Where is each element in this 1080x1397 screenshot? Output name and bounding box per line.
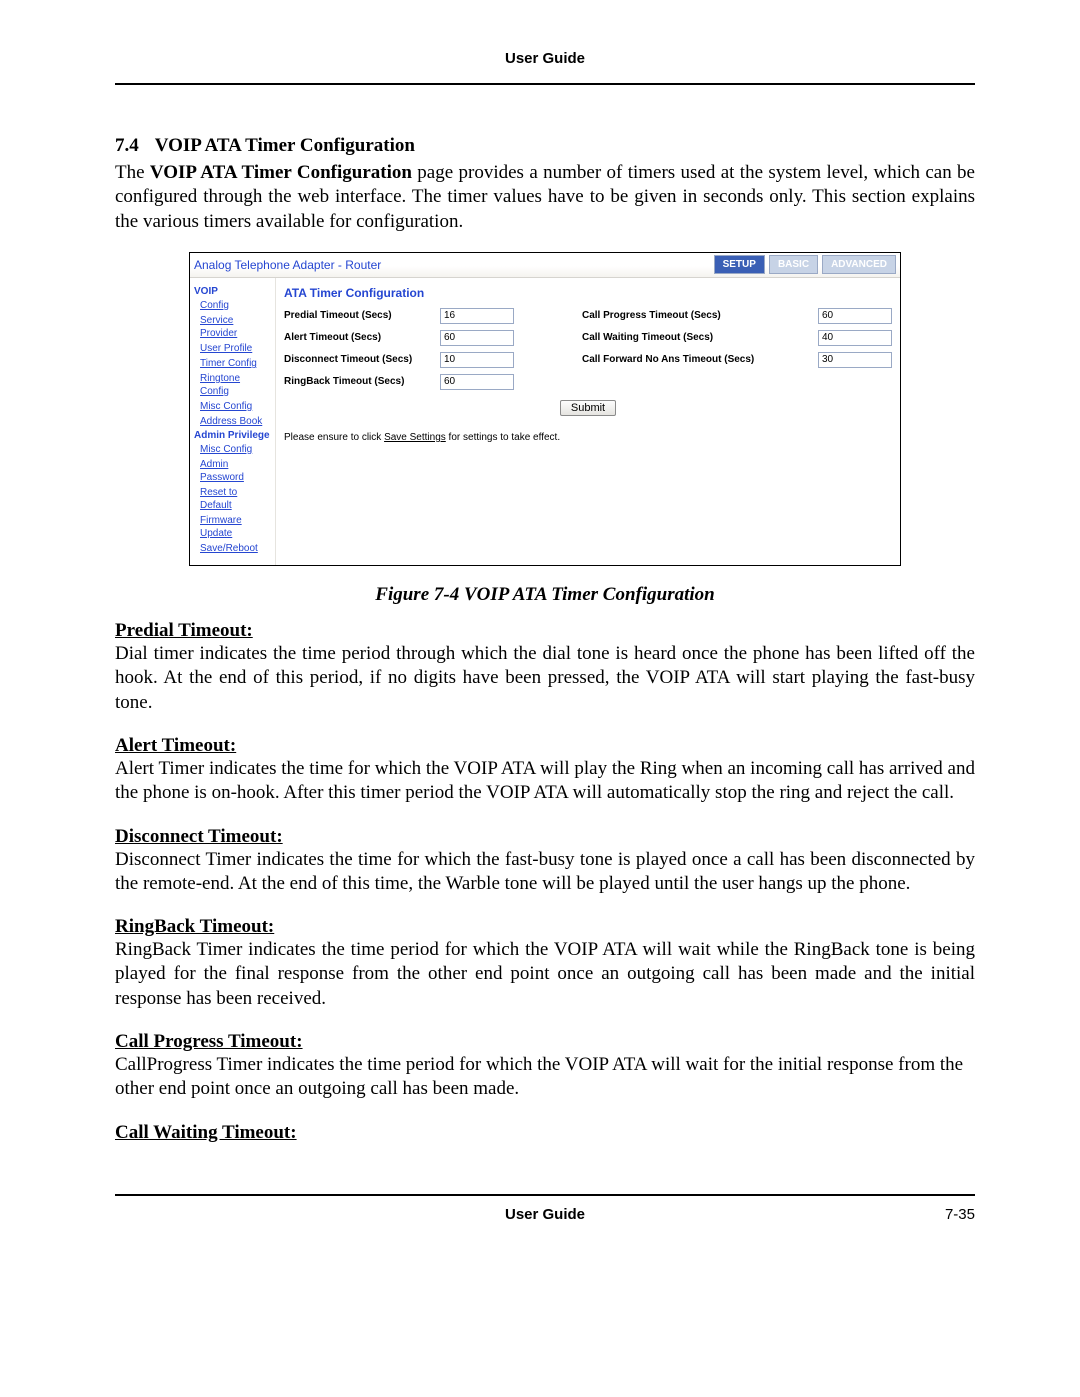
sidebar-item-address-book[interactable]: Address Book <box>200 415 271 428</box>
sidebar-item-admin-password[interactable]: Admin Password <box>200 458 271 484</box>
intro-paragraph: The VOIP ATA Timer Configuration page pr… <box>115 161 975 234</box>
sidebar-item-admin-misc[interactable]: Misc Config <box>200 443 271 456</box>
disconnect-heading: Disconnect Timeout: <box>115 826 975 848</box>
footer-divider <box>115 1194 975 1196</box>
sidebar-item-user-profile[interactable]: User Profile <box>200 342 271 355</box>
callwaiting-label: Call Waiting Timeout (Secs) <box>582 332 812 343</box>
intro-bold: VOIP ATA Timer Configuration <box>150 162 412 183</box>
save-settings-link[interactable]: Save Settings <box>384 432 446 443</box>
callprogress-paragraph: CallProgress Timer indicates the time pe… <box>115 1053 975 1102</box>
figure-caption: Figure 7-4 VOIP ATA Timer Configuration <box>115 584 975 606</box>
callwaiting-input[interactable] <box>818 330 892 346</box>
sidebar-item-reset-default[interactable]: Reset to Default <box>200 486 271 512</box>
ringback-paragraph: RingBack Timer indicates the time period… <box>115 938 975 1011</box>
topbar: Analog Telephone Adapter - Router SETUP … <box>190 253 900 278</box>
section-title: VOIP ATA Timer Configuration <box>155 135 415 156</box>
callfwdnoans-label: Call Forward No Ans Timeout (Secs) <box>582 354 812 365</box>
sidebar-voip-header: VOIP <box>194 286 271 297</box>
footer-center: User Guide <box>115 1206 975 1223</box>
intro-pre: The <box>115 162 150 183</box>
sidebar-item-save-reboot[interactable]: Save/Reboot <box>200 542 271 555</box>
predial-input[interactable] <box>440 308 514 324</box>
header-divider <box>115 83 975 85</box>
section-heading: 7.4 VOIP ATA Timer Configuration <box>115 135 975 157</box>
save-note-pre: Please ensure to click <box>284 432 384 443</box>
top-nav: SETUP BASIC ADVANCED <box>714 255 900 274</box>
main-panel: ATA Timer Configuration Predial Timeout … <box>276 278 900 565</box>
callprogress-heading: Call Progress Timeout: <box>115 1031 975 1053</box>
save-note: Please ensure to click Save Settings for… <box>284 432 892 443</box>
footer-page-number: 7-35 <box>945 1206 975 1223</box>
sidebar-item-service-provider[interactable]: Service Provider <box>200 314 271 340</box>
alert-label: Alert Timeout (Secs) <box>284 332 434 343</box>
predial-label: Predial Timeout (Secs) <box>284 310 434 321</box>
page-header-top: User Guide <box>115 50 975 67</box>
sidebar-item-timer-config[interactable]: Timer Config <box>200 357 271 370</box>
ringback-input[interactable] <box>440 374 514 390</box>
disconnect-input[interactable] <box>440 352 514 368</box>
callprogress-input[interactable] <box>818 308 892 324</box>
ringback-heading: RingBack Timeout: <box>115 916 975 938</box>
save-note-post: for settings to take effect. <box>446 432 560 443</box>
submit-button[interactable]: Submit <box>560 400 616 416</box>
sidebar-item-config[interactable]: Config <box>200 299 271 312</box>
section-number: 7.4 <box>115 135 139 156</box>
disconnect-paragraph: Disconnect Timer indicates the time for … <box>115 848 975 897</box>
predial-heading: Predial Timeout: <box>115 620 975 642</box>
ringback-label: RingBack Timeout (Secs) <box>284 376 434 387</box>
callwaiting-heading: Call Waiting Timeout: <box>115 1122 975 1144</box>
panel-title: ATA Timer Configuration <box>284 286 892 300</box>
alert-input[interactable] <box>440 330 514 346</box>
predial-paragraph: Dial timer indicates the time period thr… <box>115 642 975 715</box>
nav-basic[interactable]: BASIC <box>769 255 818 274</box>
nav-setup[interactable]: SETUP <box>714 255 765 274</box>
disconnect-label: Disconnect Timeout (Secs) <box>284 354 434 365</box>
sidebar-item-firmware-update[interactable]: Firmware Update <box>200 514 271 540</box>
alert-heading: Alert Timeout: <box>115 735 975 757</box>
sidebar-admin-header: Admin Privilege <box>194 430 271 441</box>
sidebar: VOIP Config Service Provider User Profil… <box>190 278 276 565</box>
screenshot-figure: Analog Telephone Adapter - Router SETUP … <box>189 252 901 566</box>
callfwdnoans-input[interactable] <box>818 352 892 368</box>
brand-title: Analog Telephone Adapter - Router <box>190 258 381 272</box>
alert-paragraph: Alert Timer indicates the time for which… <box>115 757 975 806</box>
sidebar-item-ringtone-config[interactable]: Ringtone Config <box>200 372 271 398</box>
nav-advanced[interactable]: ADVANCED <box>822 255 896 274</box>
callprogress-label: Call Progress Timeout (Secs) <box>582 310 812 321</box>
sidebar-item-misc-config[interactable]: Misc Config <box>200 400 271 413</box>
